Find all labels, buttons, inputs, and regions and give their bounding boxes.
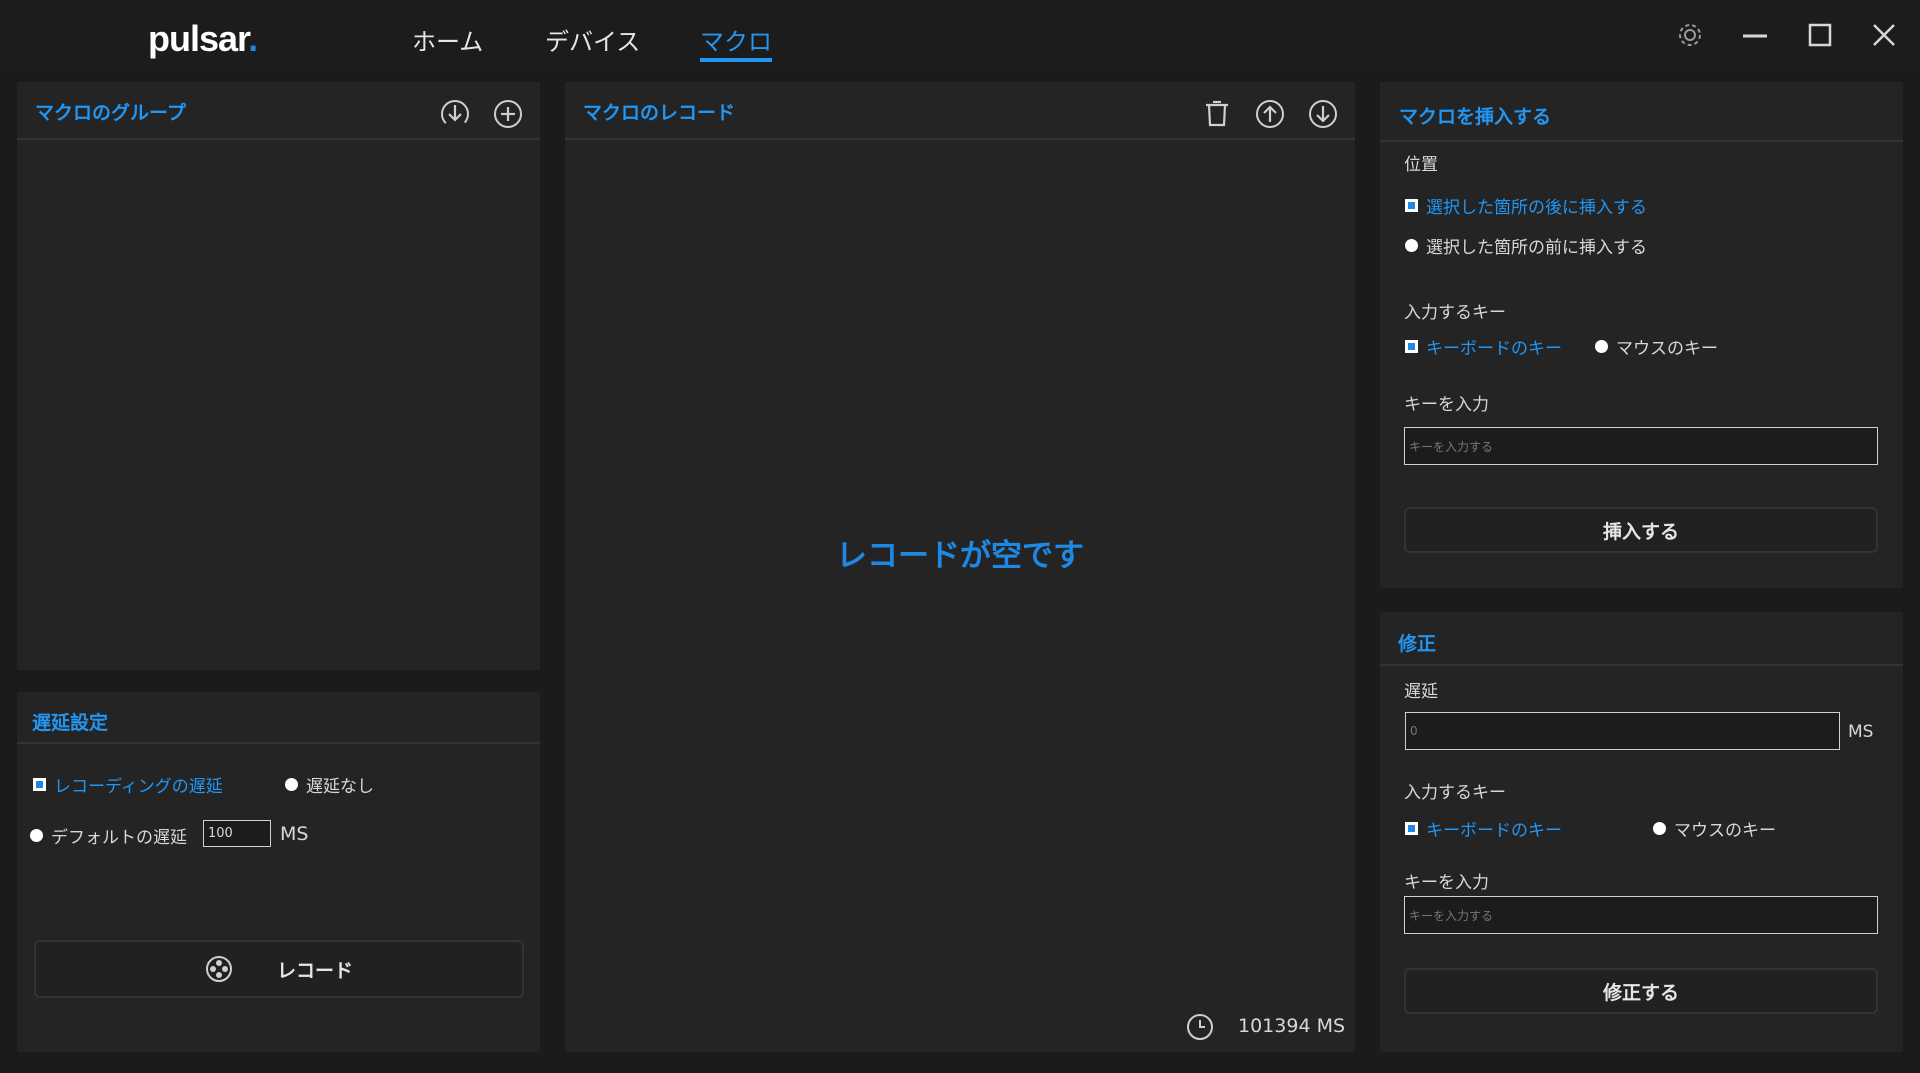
macro-records-panel: マクロのレコード レコードが空です 101394 MS [565, 82, 1355, 1052]
keyboard-key-option[interactable]: キーボードのキー [1405, 334, 1562, 359]
maximize-icon[interactable] [1805, 20, 1835, 50]
title-bar: pulsar. ホーム デバイス マクロ [0, 0, 1920, 70]
radio-icon [1653, 822, 1666, 835]
modify-panel: 修正 遅延 0 MS 入力するキー キーボードのキー マウスのキー キーを入力 … [1380, 612, 1903, 1052]
panel-header: 修正 [1380, 612, 1903, 666]
recording-delay-option[interactable]: レコーディングの遅延 [33, 772, 223, 797]
panel-title: マクロのグループ [35, 102, 186, 124]
total-time-label: 101394 MS [1238, 1015, 1346, 1037]
macro-groups-panel: マクロのグループ [17, 82, 540, 670]
panel-title: 遅延設定 [32, 712, 109, 734]
default-delay-input[interactable]: 100 [203, 820, 271, 847]
key-type-label: 入力するキー [1404, 783, 1506, 803]
insert-before-option[interactable]: 選択した箇所の前に挿入する [1405, 233, 1647, 258]
checkbox-icon [1405, 199, 1418, 212]
download-icon[interactable] [439, 98, 471, 130]
mouse-key-option[interactable]: マウスのキー [1595, 334, 1718, 359]
delay-unit-label: MS [1848, 722, 1874, 742]
position-label: 位置 [1404, 155, 1438, 175]
panel-header: マクロを挿入する [1380, 82, 1903, 142]
empty-records-message: レコードが空です [836, 538, 1084, 574]
checkbox-icon [1405, 340, 1418, 353]
key-input[interactable]: キーを入力する [1404, 427, 1878, 465]
mouse-key-option[interactable]: マウスのキー [1653, 816, 1776, 841]
panel-header: マクロのグループ [17, 82, 540, 140]
panel-title: マクロのレコード [583, 102, 736, 124]
panel-header: 遅延設定 [17, 692, 540, 744]
clock-icon [1185, 1012, 1215, 1042]
tab-device[interactable]: デバイス [545, 22, 640, 57]
key-input-label: キーを入力 [1404, 395, 1489, 415]
delay-input[interactable]: 0 [1405, 712, 1840, 750]
tab-home[interactable]: ホーム [412, 22, 483, 57]
trash-icon[interactable] [1201, 98, 1233, 130]
default-delay-option[interactable]: デフォルトの遅延 [30, 823, 187, 848]
record-button-label: レコード [276, 959, 353, 982]
gear-icon[interactable] [1675, 20, 1705, 50]
insert-button[interactable]: 挿入する [1404, 507, 1878, 553]
tab-macro[interactable]: マクロ [700, 22, 772, 57]
no-delay-option[interactable]: 遅延なし [285, 772, 374, 797]
key-input-label: キーを入力 [1404, 873, 1489, 893]
minimize-icon[interactable] [1740, 20, 1770, 50]
key-type-label: 入力するキー [1404, 303, 1506, 323]
record-button[interactable]: レコード [34, 940, 524, 998]
insert-macro-panel: マクロを挿入する 位置 選択した箇所の後に挿入する 選択した箇所の前に挿入する … [1380, 82, 1903, 588]
pulsar-logo: pulsar. [148, 18, 258, 59]
delay-settings-panel: 遅延設定 レコーディングの遅延 遅延なし デフォルトの遅延 100 MS レコー… [17, 692, 540, 1052]
checkbox-icon [1405, 822, 1418, 835]
insert-after-option[interactable]: 選択した箇所の後に挿入する [1405, 193, 1647, 218]
key-input[interactable]: キーを入力する [1404, 896, 1878, 934]
arrow-up-circle-icon[interactable] [1254, 98, 1286, 130]
radio-icon [30, 829, 43, 842]
panel-header: マクロのレコード [565, 82, 1355, 140]
modify-button[interactable]: 修正する [1404, 968, 1878, 1014]
radio-icon [1405, 239, 1418, 252]
record-icon [205, 956, 232, 982]
keyboard-key-option[interactable]: キーボードのキー [1405, 816, 1562, 841]
delay-label: 遅延 [1404, 682, 1438, 702]
arrow-down-circle-icon[interactable] [1307, 98, 1339, 130]
delay-unit-label: MS [280, 823, 309, 845]
plus-circle-icon[interactable] [492, 98, 524, 130]
active-tab-indicator [700, 58, 772, 62]
panel-title: マクロを挿入する [1399, 106, 1552, 128]
radio-icon [285, 778, 298, 791]
close-icon[interactable] [1869, 20, 1899, 50]
radio-icon [1595, 340, 1608, 353]
panel-title: 修正 [1398, 633, 1437, 655]
checkbox-icon [33, 778, 46, 791]
